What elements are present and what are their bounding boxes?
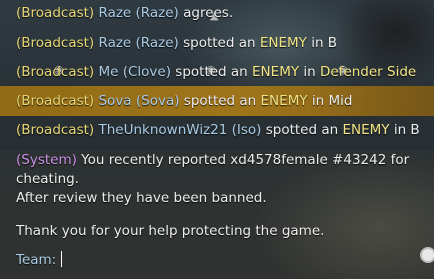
- system-message-continued: Thank you for your help protecting the g…: [16, 223, 324, 239]
- player-name[interactable]: Me (Clove): [98, 64, 171, 80]
- chat-toggle-button[interactable]: [420, 247, 434, 263]
- chat-message: (Broadcast) Me (Clove) spotted an ENEMY …: [16, 64, 416, 80]
- player-name[interactable]: Raze (Raze): [98, 35, 178, 51]
- chat-message-highlighted: (Broadcast) Sova (Sova) spotted an ENEMY…: [16, 93, 352, 109]
- player-name[interactable]: TheUnknownWiz21 (Iso): [98, 122, 261, 138]
- broadcast-tag: (Broadcast): [16, 122, 95, 138]
- message-text: spotted an: [171, 64, 253, 80]
- system-message-continued: After review they have been banned.: [16, 190, 267, 206]
- system-message: (System) You recently reported xd4578fem…: [16, 152, 409, 168]
- enemy-keyword: ENEMY: [259, 35, 307, 51]
- chat-message: (Broadcast) Raze (Raze) agrees.: [16, 5, 233, 21]
- message-text: in B: [389, 122, 420, 138]
- broadcast-tag: (Broadcast): [16, 64, 95, 80]
- message-text: spotted an: [178, 35, 260, 51]
- text-caret: [61, 251, 63, 267]
- chat-message: (Broadcast) Raze (Raze) spotted an ENEMY…: [16, 35, 337, 51]
- chat-input[interactable]: Team:: [16, 251, 63, 268]
- system-text: You recently reported xd4578female #4324…: [76, 152, 410, 168]
- broadcast-tag: (Broadcast): [16, 5, 95, 21]
- location-name: Defender Side: [319, 64, 417, 80]
- broadcast-tag: (Broadcast): [16, 93, 95, 109]
- broadcast-tag: (Broadcast): [16, 35, 95, 51]
- system-tag: (System): [16, 152, 77, 168]
- system-text: After review they have been banned.: [16, 190, 267, 206]
- system-message-continued: cheating.: [16, 171, 79, 187]
- message-text: in Mid: [307, 93, 353, 109]
- player-name[interactable]: Raze (Raze): [98, 5, 178, 21]
- system-text: Thank you for your help protecting the g…: [16, 223, 325, 239]
- system-text: cheating.: [16, 171, 80, 187]
- chat-log: (Broadcast) Raze (Raze) agrees. (Broadca…: [0, 0, 434, 279]
- message-text: in B: [306, 35, 338, 51]
- enemy-keyword: ENEMY: [260, 93, 308, 109]
- enemy-keyword: ENEMY: [342, 122, 390, 138]
- chat-message: (Broadcast) TheUnknownWiz21 (Iso) spotte…: [16, 122, 420, 138]
- chat-channel-label: Team:: [16, 252, 57, 268]
- enemy-keyword: ENEMY: [252, 64, 300, 80]
- message-text: agrees.: [178, 5, 234, 21]
- message-text: spotted an: [261, 122, 343, 138]
- message-text: in: [299, 64, 320, 80]
- player-name[interactable]: Sova (Sova): [98, 93, 179, 109]
- message-text: spotted an: [179, 93, 261, 109]
